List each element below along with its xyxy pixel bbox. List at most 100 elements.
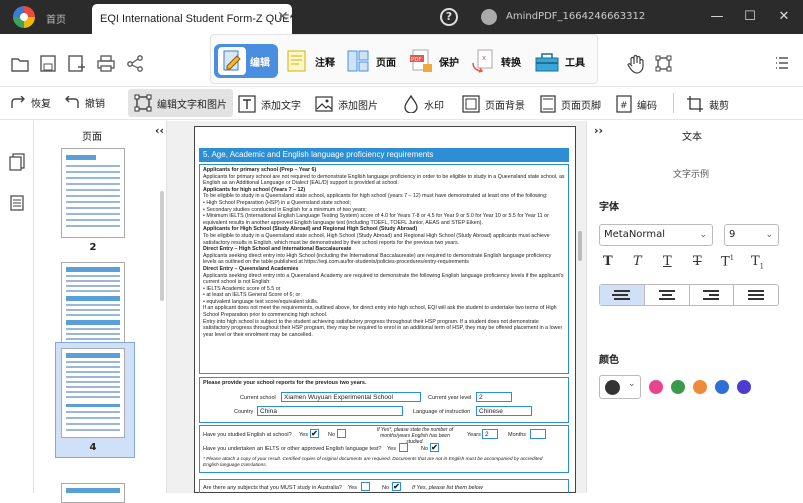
pdf-page[interactable]: 5. Age, Academic and English language pr… [194, 126, 576, 493]
english-study-form: Have you studied English at school? Yes … [199, 425, 569, 473]
expand-right-icon[interactable]: ›› [594, 124, 603, 137]
select-area-icon[interactable] [655, 55, 672, 72]
align-justify-button[interactable] [734, 285, 778, 305]
ielts-no-checkbox[interactable]: ✔ [430, 443, 439, 452]
subscript-button[interactable]: T1 [751, 254, 764, 271]
color-swatch-purple[interactable] [737, 380, 751, 394]
page-thumbnail-4[interactable] [61, 348, 125, 438]
add-text-button[interactable]: 添加文字 [238, 95, 301, 113]
home-tab[interactable]: 首页 [46, 11, 66, 26]
tab-protect[interactable]: PDF 保护 [407, 44, 459, 78]
superscript-button[interactable]: T1 [721, 254, 734, 269]
outline-panel-icon[interactable] [10, 195, 24, 211]
undo-button[interactable]: 撤销 [64, 95, 105, 110]
text-sample: 文字示例 [673, 170, 710, 180]
color-picker[interactable]: ⌄ [599, 375, 641, 399]
subjects-no-checkbox[interactable]: ✔ [392, 482, 401, 491]
tab-page[interactable]: 页面 [344, 44, 396, 78]
tab-convert[interactable]: x 转换 [469, 44, 521, 78]
crop-icon [687, 96, 703, 112]
country-field[interactable]: China [257, 406, 403, 416]
tab-tools[interactable]: 工具 [533, 44, 585, 78]
section-heading[interactable]: 5. Age, Academic and English language pr… [199, 148, 569, 162]
page-background-button[interactable]: 页面背景 [462, 95, 525, 113]
close-icon[interactable]: ✕ [774, 7, 794, 27]
paragraph-text: • at least an IELTS General Score of 6; … [203, 292, 301, 299]
redo-button[interactable]: 恢复 [10, 95, 51, 110]
edit-select-icon [134, 94, 152, 112]
save-as-icon[interactable] [68, 55, 86, 72]
page-thumbnail-2[interactable] [61, 148, 125, 238]
crop-button[interactable]: 裁剪 [686, 95, 729, 113]
avatar[interactable] [481, 9, 497, 25]
strikethrough-button[interactable]: T [693, 254, 702, 269]
font-size-select[interactable]: 9 ⌄ [724, 224, 779, 246]
page-thumbnail-5[interactable] [61, 483, 125, 503]
more-menu-icon[interactable] [775, 56, 789, 70]
underline-button[interactable]: T [663, 254, 672, 269]
canvas-scrollbar[interactable] [578, 231, 582, 261]
paragraph-text: Applicants seeking direct entry into a Q… [203, 272, 564, 286]
tab-edit[interactable]: 编辑 [214, 44, 278, 78]
hand-tool-icon[interactable] [627, 54, 645, 74]
share-icon[interactable] [127, 55, 143, 72]
page-layout-icon [344, 47, 372, 75]
tab-tools-label: 工具 [565, 57, 585, 69]
color-swatch-green[interactable] [671, 380, 685, 394]
instruction-label: Language of instruction [413, 409, 471, 415]
text-properties-panel: ›› 文本 文字示例 字体 MetaNormal ⌄ 9 ⌄ T T T T T… [586, 121, 803, 493]
redo-icon [11, 95, 25, 108]
color-swatch-blue[interactable] [715, 380, 729, 394]
font-family-select[interactable]: MetaNormal ⌄ [599, 224, 713, 246]
page-background-icon [462, 95, 480, 113]
open-folder-icon[interactable] [11, 56, 29, 72]
tab-annotate[interactable]: 注释 [283, 44, 335, 78]
paragraph-text: • High School Preparation (HSP) in a Que… [203, 199, 351, 206]
page-thumbnail-3[interactable] [61, 262, 125, 352]
align-left-button[interactable] [600, 285, 645, 305]
paragraph-text: • Minimum IELTS (International English L… [203, 213, 549, 226]
if-yes-note: If Yes*, please state the number of mont… [376, 427, 454, 445]
english-yes-checkbox[interactable]: ✔ [310, 429, 319, 438]
subscript-letter: T [751, 254, 760, 269]
english-study-question: Have you studied English at school? [203, 432, 292, 438]
superscript-letter: T [721, 254, 730, 270]
months-label: Months [508, 432, 527, 438]
pages-panel-icon[interactable] [9, 153, 25, 171]
add-image-button[interactable]: 添加图片 [315, 95, 378, 113]
edit-text-image-button[interactable]: 编辑文字和图片 [128, 89, 233, 117]
pages-scrollbar[interactable] [160, 191, 164, 301]
color-swatch-pink[interactable] [649, 380, 663, 394]
watermark-button[interactable]: 水印 [403, 95, 444, 113]
header-footer-button[interactable]: 页面页脚 [540, 95, 601, 113]
subjects-yes-checkbox[interactable] [361, 482, 370, 491]
save-icon[interactable] [40, 55, 56, 72]
year-level-field[interactable]: 2 [476, 392, 512, 402]
close-tab-icon[interactable]: ✕ [277, 9, 289, 25]
years-field[interactable]: 2 [482, 429, 498, 439]
color-swatch-orange[interactable] [693, 380, 707, 394]
bold-button[interactable]: T [603, 254, 613, 269]
italic-button[interactable]: T [633, 254, 642, 269]
print-icon[interactable] [97, 55, 115, 72]
requirements-text-block[interactable]: Applicants for primary school (Prep – Ye… [199, 164, 569, 374]
collapse-pages-icon[interactable]: ‹‹ [155, 124, 164, 137]
minimize-icon[interactable]: — [707, 7, 727, 27]
document-tab[interactable]: EQI International Student Form-Z QUE* ✕ [92, 4, 294, 34]
english-no-checkbox[interactable] [337, 429, 346, 438]
current-school-field[interactable]: Xiamen Wuyuan Experimental School [281, 392, 421, 402]
maximize-icon[interactable]: ☐ [740, 7, 760, 27]
bates-button[interactable]: # 编码 [616, 95, 657, 113]
instruction-field[interactable]: Chinese [476, 406, 532, 416]
ielts-yes-checkbox[interactable] [399, 443, 408, 452]
align-center-button[interactable] [645, 285, 690, 305]
help-button[interactable]: ? [440, 8, 458, 26]
months-field[interactable] [530, 429, 546, 439]
paragraph-text: • Secondary studies conducted in English… [203, 206, 367, 213]
align-right-button[interactable] [690, 285, 735, 305]
add-text-label: 添加文字 [261, 100, 301, 112]
paragraph-heading: Applicants for High School (Study Abroad… [203, 226, 418, 233]
document-canvas[interactable]: 5. Age, Academic and English language pr… [167, 121, 586, 493]
title-bar: 首页 EQI International Student Form-Z QUE*… [0, 0, 803, 34]
username[interactable]: AmindPDF_1664246663312 [506, 11, 645, 22]
